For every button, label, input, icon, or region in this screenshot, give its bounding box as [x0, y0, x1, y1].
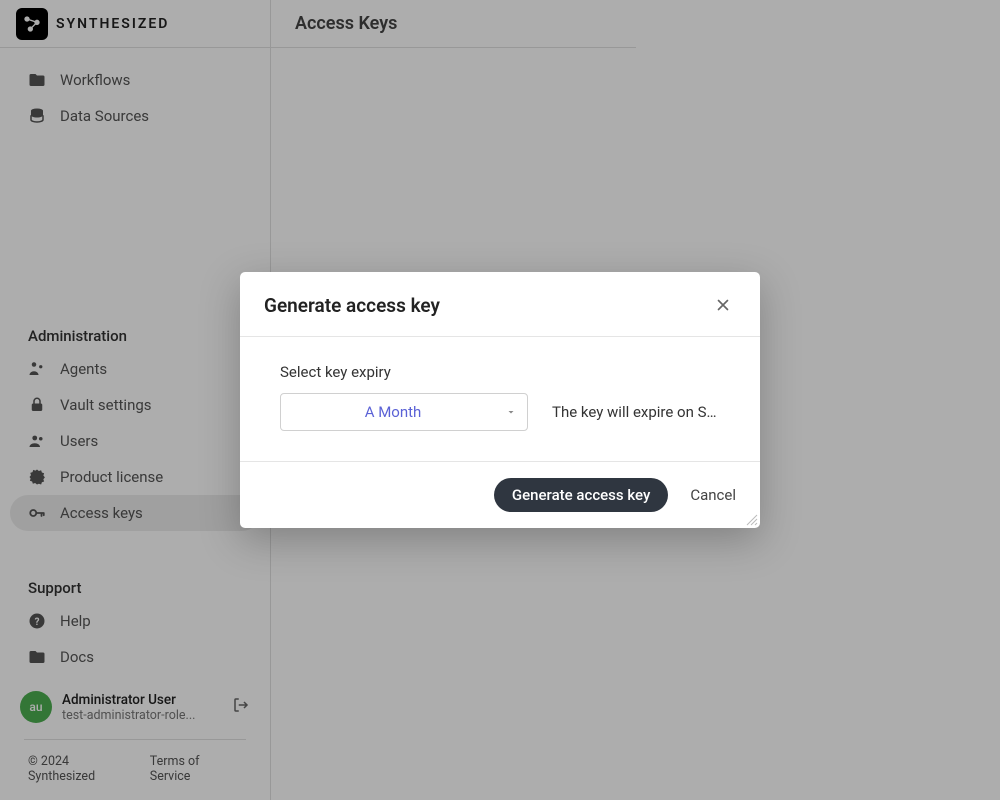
generate-access-key-dialog: Generate access key Select key expiry A …: [240, 272, 760, 528]
generate-button[interactable]: Generate access key: [494, 478, 668, 512]
dialog-footer: Generate access key Cancel: [240, 461, 760, 528]
dialog-title: Generate access key: [264, 294, 440, 317]
expiry-hint-text: The key will expire on Sat...: [552, 403, 720, 421]
dialog-body: Select key expiry A Month The key will e…: [240, 337, 760, 461]
modal-overlay[interactable]: Generate access key Select key expiry A …: [0, 0, 1000, 800]
dialog-header: Generate access key: [240, 272, 760, 337]
close-icon[interactable]: [710, 292, 736, 318]
cancel-button[interactable]: Cancel: [686, 478, 740, 512]
expiry-select-value: A Month: [281, 403, 505, 421]
expiry-select[interactable]: A Month: [280, 393, 528, 431]
expiry-field-label: Select key expiry: [280, 363, 720, 381]
chevron-down-icon: [505, 403, 517, 422]
